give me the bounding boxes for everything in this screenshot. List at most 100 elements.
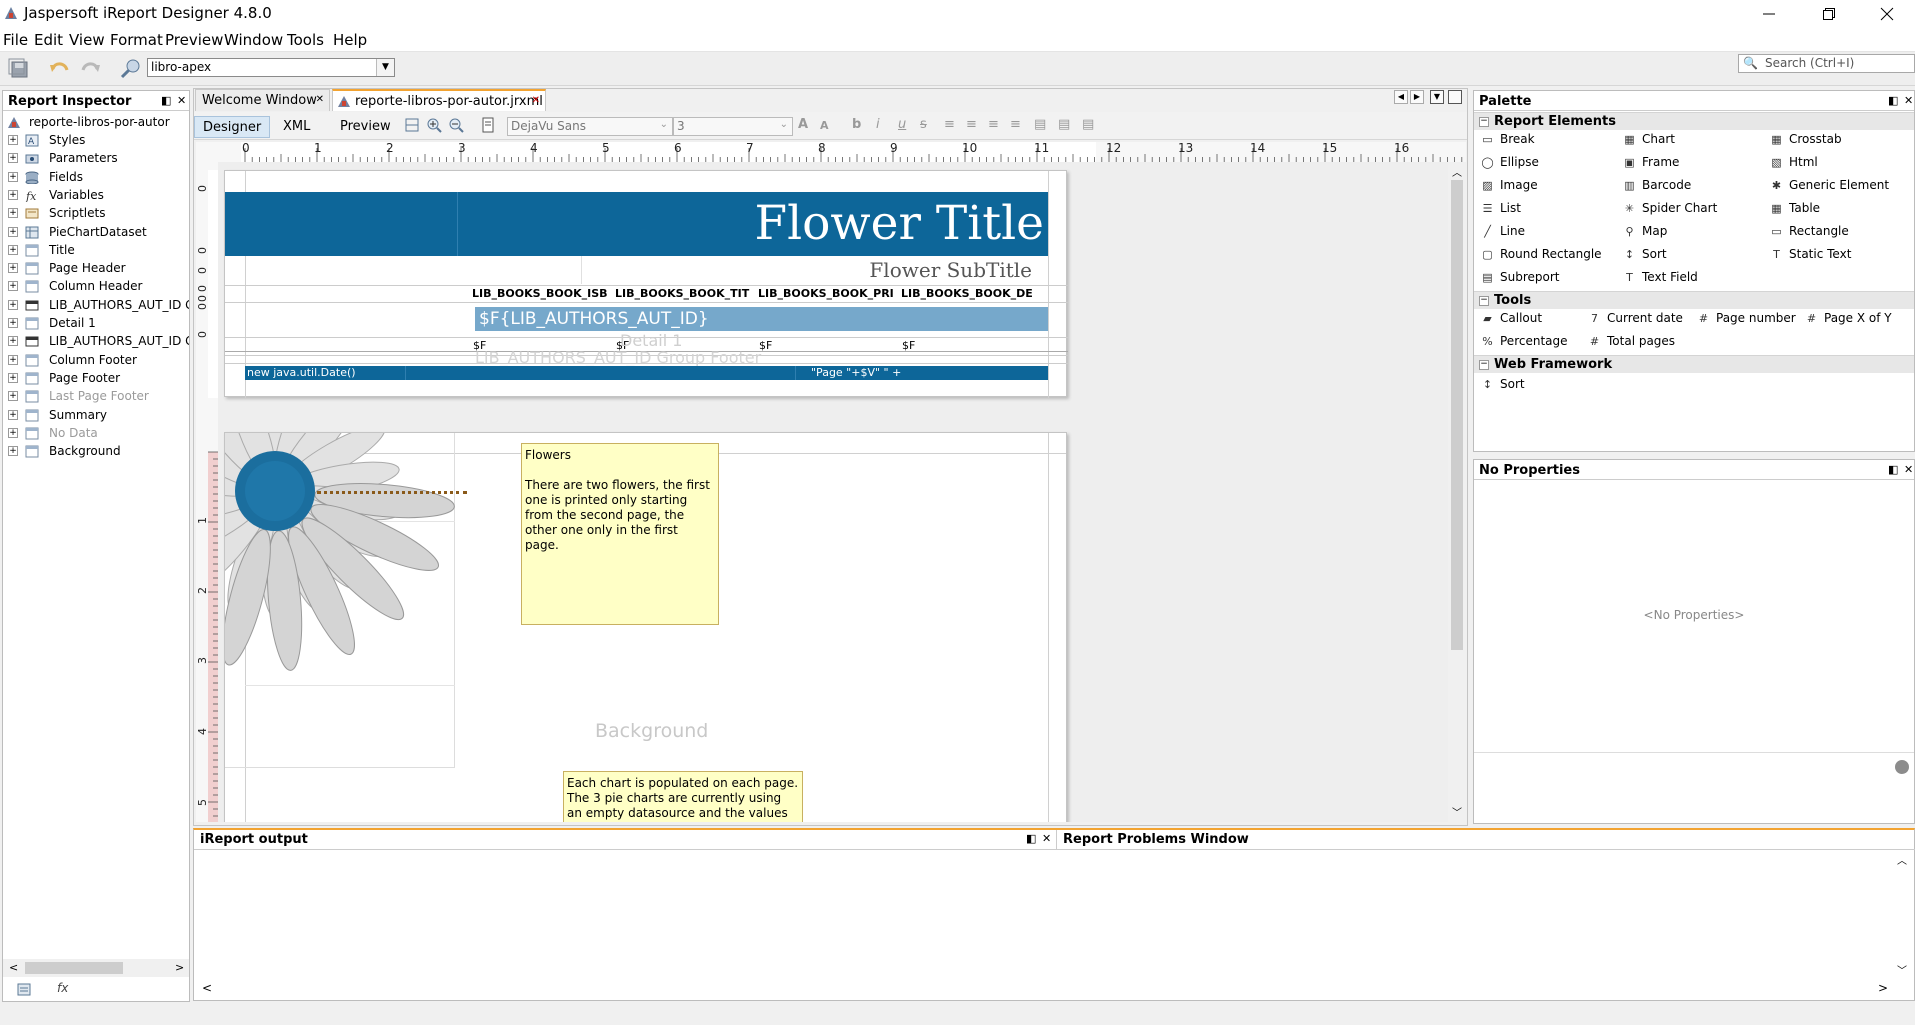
collapse-icon[interactable]: − [1479, 296, 1489, 306]
close-button[interactable] [1864, 0, 1910, 28]
align-right-icon[interactable]: ≡ [1010, 117, 1021, 132]
search-input[interactable]: Search (Ctrl+I) [1765, 56, 1854, 70]
palette-item-list[interactable]: ☰ List [1480, 200, 1620, 218]
expand-icon[interactable]: + [8, 189, 18, 200]
maximize-editor-icon[interactable] [1448, 90, 1462, 104]
palette-item-image[interactable]: ▨ Image [1480, 177, 1620, 195]
zoom-out-icon[interactable] [448, 117, 464, 133]
tree-item-scriptlets[interactable]: + Scriptlets [3, 205, 189, 223]
tree-item-title[interactable]: + Title [3, 242, 189, 260]
collapse-icon[interactable]: − [1479, 117, 1489, 127]
tree-item-background[interactable]: + Background [3, 443, 189, 461]
palette-section-web-framework[interactable]: − Web Framework [1474, 355, 1914, 373]
group-header-band[interactable]: $F{LIB_AUTHORS_AUT_ID} [475, 307, 1048, 331]
datasource-select[interactable]: libro-apex ▼ [147, 58, 395, 77]
expand-icon[interactable]: + [8, 153, 18, 164]
footer-page-field[interactable]: "Page "+$V" " + [811, 366, 901, 379]
zoom-in-icon[interactable] [426, 117, 442, 133]
palette-item-text-field[interactable]: T Text Field [1622, 269, 1762, 287]
canvas-vscroll[interactable]: ︿ ﹀ [1448, 162, 1466, 822]
close-panel-icon[interactable]: ✕ [1042, 832, 1051, 845]
expand-icon[interactable]: + [8, 263, 18, 274]
expand-icon[interactable]: + [8, 171, 18, 182]
page-footer-band[interactable]: new java.util.Date() "Page "+$V" " + [245, 366, 1048, 380]
redo-icon[interactable] [78, 58, 102, 80]
expand-icon[interactable]: + [8, 354, 18, 365]
palette-item-crosstab[interactable]: ▦ Crosstab [1769, 131, 1909, 149]
expand-icon[interactable]: + [8, 299, 18, 310]
callout-flowers[interactable]: Flowers There are two flowers, the first… [521, 443, 719, 625]
page-setup-icon[interactable] [480, 117, 496, 133]
group-field[interactable]: $F{LIB_AUTHORS_AUT_ID} [479, 309, 709, 329]
tree-item-lib-authors-aut-id-g[interactable]: + LIB_AUTHORS_AUT_ID G [3, 333, 189, 351]
tree-item-no-data[interactable]: + No Data [3, 425, 189, 443]
menu-file[interactable]: File [3, 31, 28, 49]
palette-item-static-text[interactable]: T Static Text [1769, 246, 1909, 264]
close-tab-icon[interactable]: ✕ [532, 95, 540, 106]
tree-root[interactable]: reporte-libros-por-autor [3, 114, 189, 132]
expand-icon[interactable]: + [8, 244, 18, 255]
decrease-font-icon[interactable]: A [820, 119, 829, 132]
chevron-down-icon[interactable]: ▼ [376, 59, 394, 76]
scroll-right-icon[interactable]: > [175, 961, 184, 974]
title-band[interactable]: Flower Title [225, 192, 1048, 256]
undo-icon[interactable] [48, 58, 72, 80]
menu-format[interactable]: Format [110, 31, 163, 49]
palette-item-generic-element[interactable]: ✱ Generic Element [1769, 177, 1909, 195]
tab-report-jrxml[interactable]: reporte-libros-por-autor.jrxml ✕ [332, 89, 546, 111]
expand-icon[interactable]: + [8, 281, 18, 292]
dataset-tool-icon[interactable] [17, 981, 35, 997]
chevron-down-icon[interactable]: ⌄ [780, 119, 788, 130]
search-box[interactable]: 🔍 Search (Ctrl+I) [1738, 54, 1915, 73]
align-justify-icon[interactable]: ≡ [966, 117, 977, 132]
palette-item-line[interactable]: ╱ Line [1480, 223, 1620, 241]
scroll-thumb[interactable] [25, 962, 123, 974]
palette-item-spider-chart[interactable]: ✳ Spider Chart [1622, 200, 1762, 218]
subtab-preview[interactable]: Preview [332, 116, 399, 138]
strikethrough-icon[interactable]: s [920, 117, 927, 132]
menu-tools[interactable]: Tools [287, 31, 324, 49]
callout-charts[interactable]: Each chart is populated on each page. Th… [563, 771, 803, 822]
minimize-panel-icon[interactable]: ◧ [161, 94, 171, 107]
expand-icon[interactable]: + [8, 135, 18, 145]
palette-tool-total-pages[interactable]: # Total pages [1587, 333, 1697, 351]
expand-icon[interactable]: + [8, 336, 18, 347]
report-title[interactable]: Flower Title [754, 196, 1044, 251]
palette-item-html[interactable]: ▧ Html [1769, 154, 1909, 172]
output-tab[interactable]: iReport output ◧ ✕ [194, 830, 1056, 850]
datasource-icon[interactable] [118, 58, 142, 80]
minimize-panel-icon[interactable]: ◧ [1888, 463, 1898, 476]
palette-section-tools[interactable]: − Tools [1474, 291, 1914, 309]
column-header-desc[interactable]: LIB_BOOKS_BOOK_DE [901, 287, 1041, 300]
flower-image[interactable] [225, 433, 455, 746]
minimize-panel-icon[interactable]: ◧ [1888, 94, 1898, 107]
palette-section-report-elements[interactable]: − Report Elements [1474, 112, 1914, 130]
italic-icon[interactable]: i [876, 117, 880, 132]
menu-preview[interactable]: Preview [165, 31, 223, 49]
tree-item-lib-authors-aut-id-g[interactable]: + LIB_AUTHORS_AUT_ID G [3, 297, 189, 315]
save-all-icon[interactable] [8, 58, 32, 80]
palette-item-sort[interactable]: ↕ Sort [1622, 246, 1762, 264]
expand-icon[interactable]: + [8, 446, 18, 457]
align-bottom-icon[interactable]: ▤ [1082, 117, 1094, 132]
tree-item-page-header[interactable]: + Page Header [3, 260, 189, 278]
scroll-left-icon[interactable]: < [9, 961, 18, 974]
palette-item-rectangle[interactable]: ▭ Rectangle [1769, 223, 1909, 241]
expand-icon[interactable]: + [8, 391, 18, 402]
palette-item-table[interactable]: ▦ Table [1769, 200, 1909, 218]
underline-icon[interactable]: u [898, 117, 906, 132]
chevron-down-icon[interactable]: ⌄ [660, 119, 668, 130]
report-problems-tab[interactable]: Report Problems Window [1056, 830, 1915, 850]
output-vscroll[interactable]: ︿ ﹀ [1894, 852, 1912, 980]
scroll-thumb[interactable] [1451, 180, 1463, 650]
minimize-button[interactable] [1746, 0, 1792, 28]
tree-item-parameters[interactable]: + Parameters [3, 150, 189, 168]
tree-item-column-header[interactable]: + Column Header [3, 278, 189, 296]
palette-item-break[interactable]: ▭ Break [1480, 131, 1620, 149]
help-icon[interactable] [1895, 760, 1909, 774]
scroll-left-icon[interactable]: < [202, 981, 212, 995]
subtab-designer[interactable]: Designer [194, 116, 271, 138]
expand-icon[interactable]: + [8, 318, 18, 328]
align-center-icon[interactable]: ≡ [988, 117, 999, 132]
collapse-icon[interactable]: − [1479, 360, 1489, 370]
